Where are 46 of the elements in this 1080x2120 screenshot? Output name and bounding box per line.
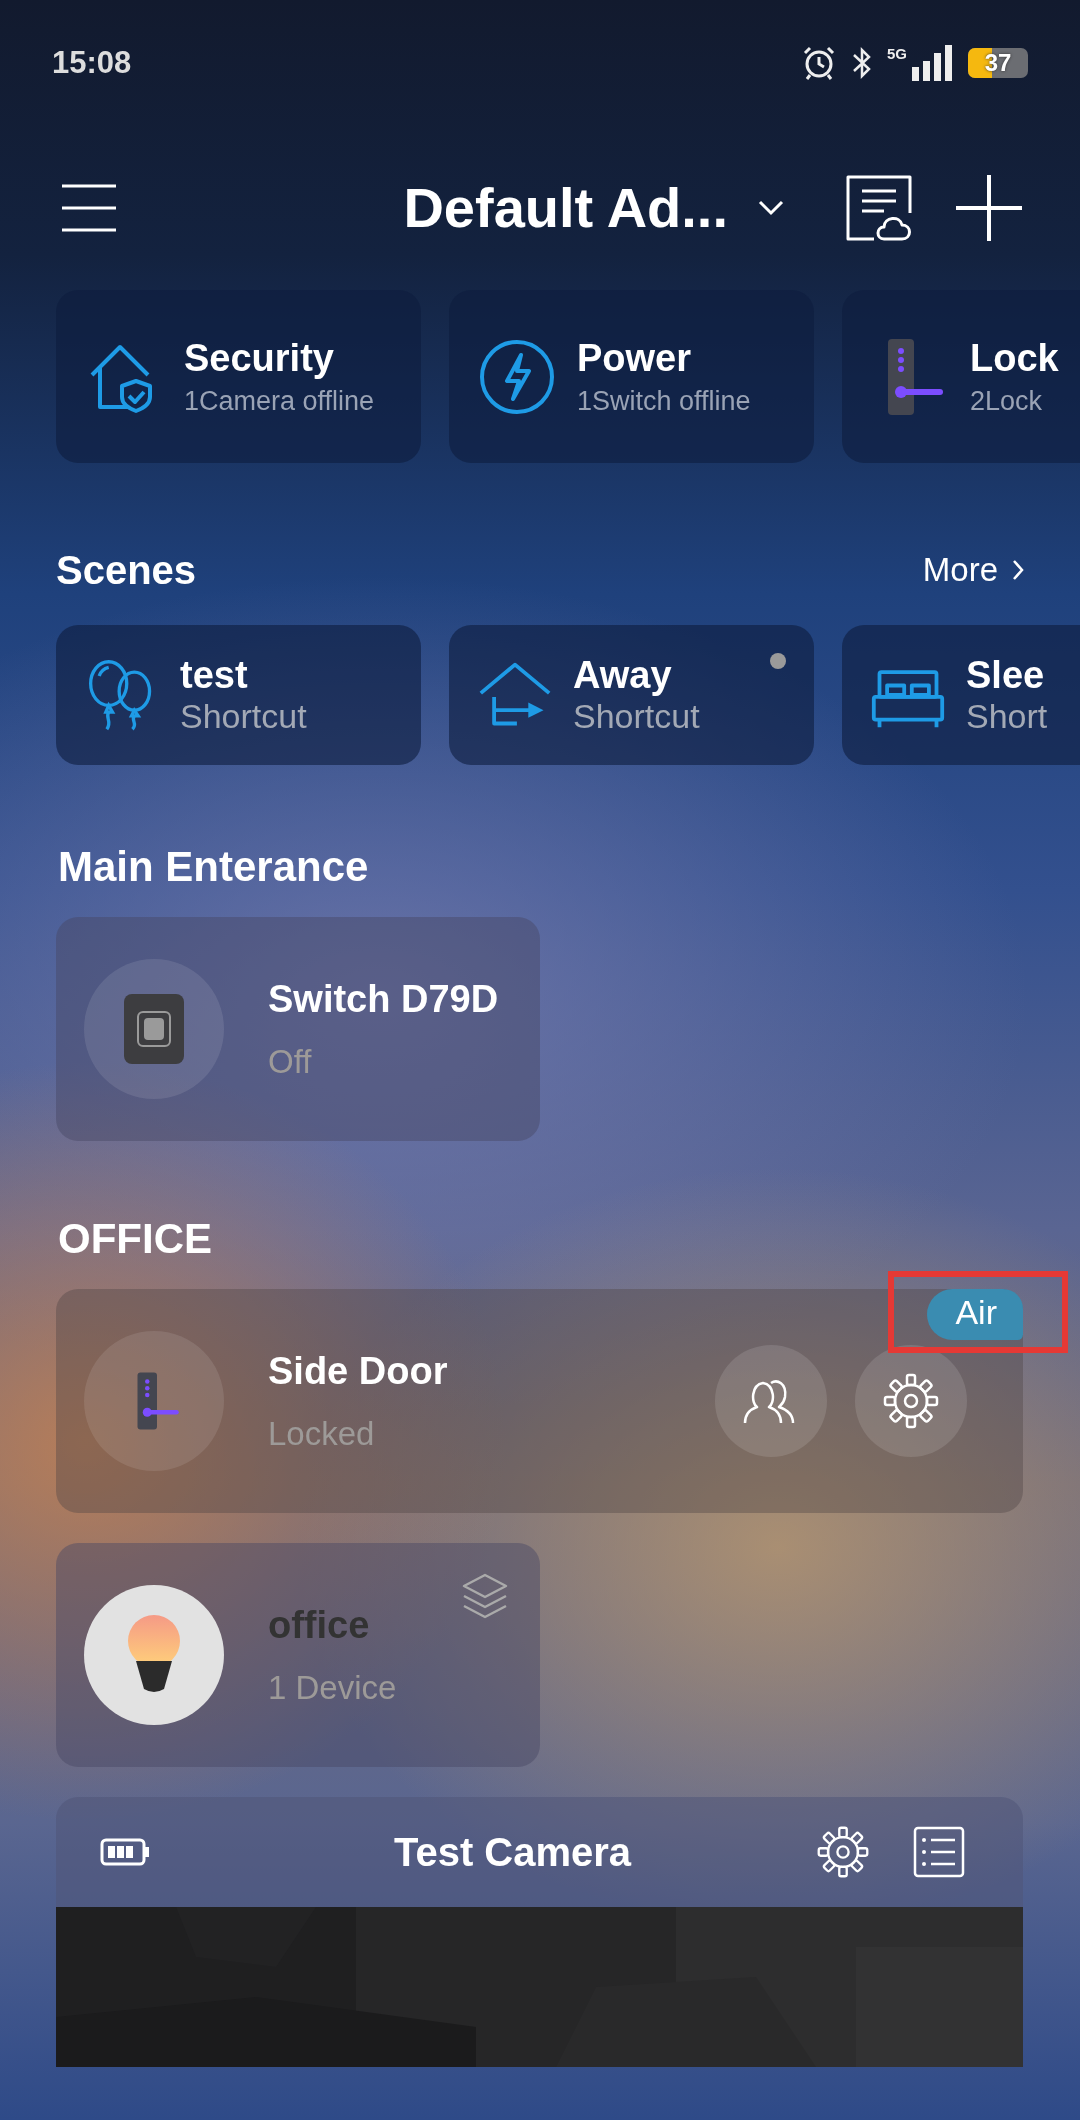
scene-name: test [180, 654, 249, 697]
device-name: Switch D79D [268, 977, 500, 1021]
scene-card[interactable]: Away Shortcut [449, 625, 814, 765]
device-name: office [268, 1603, 371, 1647]
category-card[interactable]: Security 1Camera offline [56, 290, 421, 463]
status-time: 15:08 [52, 44, 133, 81]
chevron-right-icon[interactable] [1012, 559, 1024, 581]
home-title[interactable]: Default Ad... [403, 175, 728, 240]
scene-name: Away [573, 654, 673, 697]
chevron-down-icon[interactable] [758, 199, 784, 216]
device-name: Side Door [268, 1349, 449, 1393]
device-status: Locked [268, 1414, 376, 1453]
room-title: Main Enterance [57, 842, 370, 892]
category-subtitle: 1Camera offline [184, 385, 375, 417]
category-title: Power [577, 336, 693, 380]
alarm-clock-icon [801, 44, 837, 81]
scene-card[interactable]: Slee Short [842, 625, 1080, 765]
settings-icon[interactable] [815, 1824, 871, 1880]
category-title: Lock [970, 336, 1059, 380]
add-icon[interactable] [954, 172, 1024, 243]
section-title: Scenes [56, 547, 197, 593]
device-badge: Air [927, 1289, 1023, 1340]
device-card[interactable]: Switch D79D Off [56, 917, 540, 1141]
scene-subtitle: Shortcut [180, 697, 307, 736]
scene-subtitle: Shortcut [573, 697, 700, 736]
menu-icon[interactable] [60, 182, 118, 233]
category-title: Security [184, 336, 335, 380]
scene-subtitle: Short [966, 697, 1048, 736]
category-card[interactable]: Lock 2Lock [842, 290, 1080, 463]
scene-card[interactable]: test Shortcut [56, 625, 421, 765]
scene-name: Slee [966, 654, 1046, 697]
settings-icon[interactable] [881, 1371, 941, 1431]
category-card[interactable]: Power 1Switch offline [449, 290, 814, 463]
layers-icon [460, 1571, 510, 1621]
battery-icon [100, 1838, 150, 1866]
camera-title: Test Camera [392, 1829, 633, 1875]
signal-icon [910, 44, 954, 81]
room-title: OFFICE [57, 1214, 213, 1264]
category-subtitle: 2Lock [970, 385, 1044, 417]
device-status: 1 Device [268, 1668, 398, 1707]
category-subtitle: 1Switch offline [577, 385, 751, 417]
device-status: Off [268, 1042, 313, 1081]
network-label: 5G [887, 44, 907, 62]
more-link[interactable]: More [922, 551, 1024, 589]
list-icon[interactable] [911, 1824, 967, 1880]
device-card[interactable]: Side Door Locked Air [56, 1289, 1023, 1513]
